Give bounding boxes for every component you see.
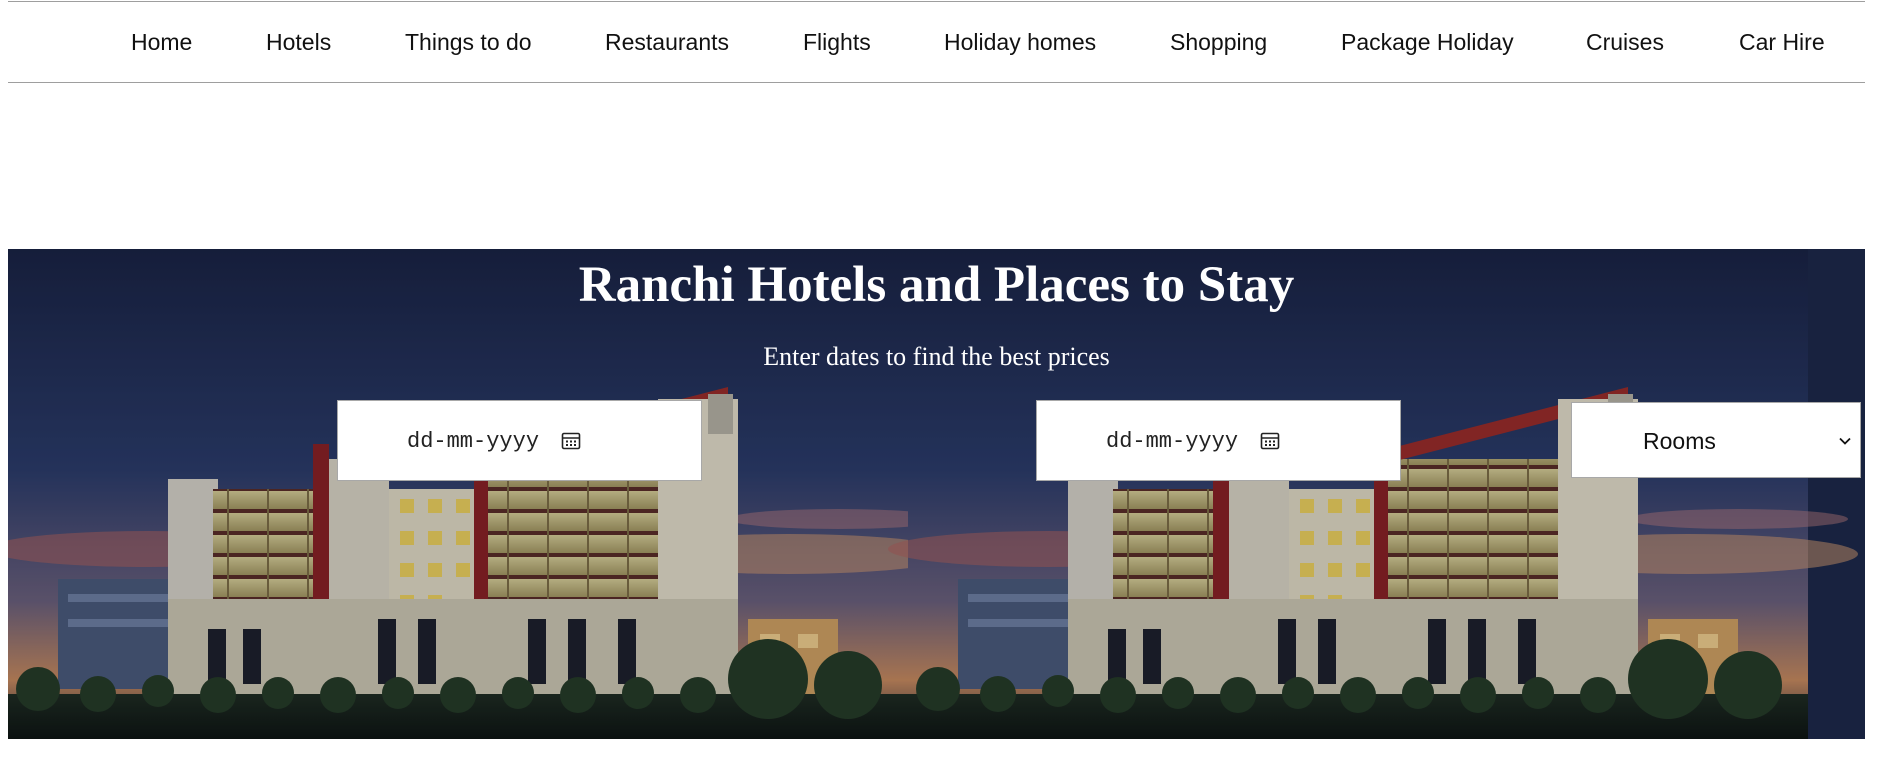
nav-link-home[interactable]: Home [131, 28, 192, 56]
rooms-select[interactable]: Rooms [1571, 402, 1861, 478]
nav-link-hotels[interactable]: Hotels [266, 28, 331, 56]
nav-link-restaurants[interactable]: Restaurants [605, 28, 729, 56]
calendar-icon[interactable] [561, 431, 581, 451]
chevron-down-icon [1839, 437, 1851, 445]
nav-link-things-to-do[interactable]: Things to do [405, 28, 532, 56]
nav-link-holiday-homes[interactable]: Holiday homes [944, 28, 1096, 56]
checkout-date-input[interactable]: dd-mm-yyyy [1036, 400, 1401, 481]
nav-link-car-hire[interactable]: Car Hire [1739, 28, 1825, 56]
hotel-photo-background [8, 249, 1865, 739]
page-subtitle: Enter dates to find the best prices [763, 342, 1110, 371]
checkin-date-placeholder: dd-mm-yyyy [407, 429, 540, 454]
nav-link-package-holiday[interactable]: Package Holiday [1341, 28, 1514, 56]
top-navigation: Home Hotels Things to do Restaurants Fli… [8, 1, 1865, 83]
page-title: Ranchi Hotels and Places to Stay [578, 257, 1295, 313]
checkin-date-input[interactable]: dd-mm-yyyy [337, 400, 702, 481]
calendar-icon[interactable] [1260, 431, 1280, 451]
nav-link-flights[interactable]: Flights [803, 28, 871, 56]
checkout-date-placeholder: dd-mm-yyyy [1106, 429, 1239, 454]
rooms-select-value: Rooms [1643, 428, 1716, 454]
nav-link-cruises[interactable]: Cruises [1586, 28, 1664, 56]
nav-link-shopping[interactable]: Shopping [1170, 28, 1267, 56]
hero-banner: Ranchi Hotels and Places to Stay Enter d… [8, 249, 1865, 739]
